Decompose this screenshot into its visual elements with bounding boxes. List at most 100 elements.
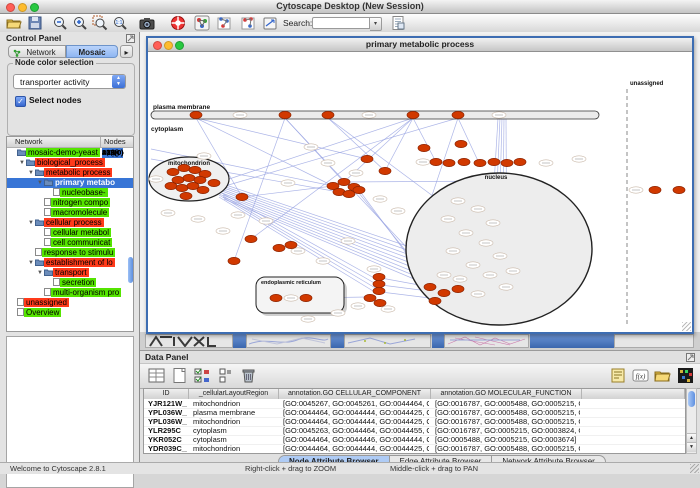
- table-scrollbar-thumb[interactable]: [688, 391, 695, 407]
- network-node[interactable]: [374, 299, 386, 306]
- background-window[interactable]: [145, 334, 233, 348]
- attribute-panel-icon[interactable]: [148, 367, 165, 384]
- network-overview-icon[interactable]: [194, 15, 210, 31]
- window-resize-grip[interactable]: [682, 322, 691, 331]
- disclosure-triangle-icon[interactable]: ▼: [37, 178, 44, 188]
- network-edge[interactable]: [413, 118, 436, 162]
- select-nodes-checkbox[interactable]: ✓: [15, 96, 26, 107]
- network-node[interactable]: [418, 144, 430, 151]
- tree-row[interactable]: ▼cellular process614(0): [7, 218, 133, 228]
- import-icon[interactable]: [654, 367, 671, 384]
- table-column-header[interactable]: ID: [144, 389, 189, 399]
- disclosure-triangle-icon[interactable]: ▼: [28, 168, 35, 178]
- disclosure-triangle-icon[interactable]: ▼: [19, 158, 26, 168]
- table-column-header[interactable]: _cellularLayoutRegion: [189, 389, 279, 399]
- network-window-titlebar[interactable]: primary metabolic process: [148, 38, 692, 52]
- attribute-page-icon[interactable]: [390, 15, 406, 31]
- matrix-icon[interactable]: [677, 367, 694, 384]
- network-node[interactable]: [180, 192, 192, 199]
- tree-row[interactable]: ▼establishment of lo558(0): [7, 258, 133, 268]
- search-dropdown-icon[interactable]: ▾: [370, 17, 382, 31]
- network-node[interactable]: [373, 287, 385, 294]
- tree-scrollbar-thumb[interactable]: [128, 257, 133, 283]
- background-window-border[interactable]: [432, 334, 444, 348]
- network-canvas[interactable]: plasma membrane cytoplasm mitochondrion …: [148, 51, 692, 330]
- zoom-out-icon[interactable]: [52, 15, 68, 31]
- new-attribute-icon[interactable]: [171, 367, 188, 384]
- network-node[interactable]: [208, 179, 220, 186]
- tree-row[interactable]: secretion41(0): [7, 278, 133, 288]
- network-node[interactable]: [514, 158, 526, 165]
- zoom-fit-icon[interactable]: 1:1: [112, 15, 128, 31]
- tree-row[interactable]: cellular metabol209(0): [7, 228, 133, 238]
- network-node[interactable]: [165, 182, 177, 189]
- tree-row[interactable]: Overview8(0): [7, 308, 133, 318]
- network-node[interactable]: [285, 241, 297, 248]
- network-node[interactable]: [455, 140, 467, 147]
- network-edge[interactable]: [328, 118, 385, 171]
- tree-row[interactable]: macromolecule311(0): [7, 208, 133, 218]
- delete-attribute-icon[interactable]: [240, 367, 257, 384]
- tree-row[interactable]: nitrogen compo209(0): [7, 198, 133, 208]
- disclosure-triangle-icon[interactable]: ▼: [37, 268, 44, 278]
- background-window-border[interactable]: [233, 334, 246, 348]
- network-node[interactable]: [424, 283, 436, 290]
- table-scrollbar[interactable]: ▲ ▼: [686, 388, 697, 454]
- disclosure-triangle-icon[interactable]: ▼: [28, 258, 35, 268]
- network-edge[interactable]: [242, 186, 333, 197]
- table-column-header[interactable]: annotation.GO MOLECULAR_FUNCTION: [431, 389, 582, 399]
- column-divider[interactable]: [100, 137, 101, 147]
- scroll-down-icon[interactable]: ▼: [687, 442, 696, 452]
- help-lifering-icon[interactable]: [170, 15, 186, 31]
- layout-icon-red[interactable]: [240, 15, 256, 31]
- network-edge[interactable]: [234, 118, 285, 261]
- tree-row[interactable]: ▼biological_process651(0): [7, 158, 133, 168]
- table-row[interactable]: YDR039C__1mitochondrion[GO:0044464, GO:0…: [144, 444, 685, 454]
- node-color-dropdown[interactable]: transporter activity ▲▼: [13, 74, 126, 89]
- network-node[interactable]: [452, 111, 464, 118]
- network-node[interactable]: [379, 167, 391, 174]
- background-window[interactable]: [444, 334, 529, 348]
- tree-row[interactable]: unassigned223(0): [7, 298, 133, 308]
- background-window-border[interactable]: [530, 334, 614, 348]
- network-node[interactable]: [273, 244, 285, 251]
- tree-row[interactable]: ▼primary metabo209(...: [7, 178, 133, 188]
- tree-row[interactable]: cell communicat22(0): [7, 238, 133, 248]
- snapshot-camera-icon[interactable]: [139, 15, 155, 31]
- network-node[interactable]: [338, 178, 350, 185]
- network-node[interactable]: [373, 273, 385, 280]
- background-window[interactable]: [344, 334, 431, 348]
- app-resize-grip[interactable]: [690, 464, 699, 473]
- network-node[interactable]: [429, 297, 441, 304]
- network-node[interactable]: [361, 155, 373, 162]
- network-node[interactable]: [322, 111, 334, 118]
- network-node[interactable]: [407, 111, 419, 118]
- network-node[interactable]: [183, 174, 195, 181]
- network-node[interactable]: [353, 186, 365, 193]
- network-node[interactable]: [501, 159, 513, 166]
- zoom-in-icon[interactable]: [72, 15, 88, 31]
- network-node[interactable]: [673, 186, 685, 193]
- layout-icon-blue[interactable]: [216, 15, 232, 31]
- open-folder-icon[interactable]: [6, 15, 22, 31]
- network-node[interactable]: [270, 294, 282, 301]
- tree-row[interactable]: multi-organism pro42(0): [7, 288, 133, 298]
- network-node[interactable]: [279, 111, 291, 118]
- search-input[interactable]: [312, 17, 370, 29]
- network-node[interactable]: [458, 158, 470, 165]
- network-edge[interactable]: [218, 191, 376, 279]
- background-window[interactable]: [614, 334, 694, 348]
- network-node[interactable]: [228, 257, 240, 264]
- network-node[interactable]: [430, 158, 442, 165]
- tab-mosaic[interactable]: Mosaic: [66, 45, 118, 58]
- function-icon[interactable]: f(x): [632, 367, 649, 384]
- network-node[interactable]: [649, 186, 661, 193]
- zoom-selected-icon[interactable]: [92, 15, 108, 31]
- network-node[interactable]: [373, 280, 385, 287]
- network-node[interactable]: [245, 235, 257, 242]
- save-icon[interactable]: [27, 15, 43, 31]
- network-node[interactable]: [176, 184, 188, 191]
- network-node[interactable]: [364, 294, 376, 301]
- tree-row[interactable]: response to stimulu264(0): [7, 248, 133, 258]
- network-node[interactable]: [190, 111, 202, 118]
